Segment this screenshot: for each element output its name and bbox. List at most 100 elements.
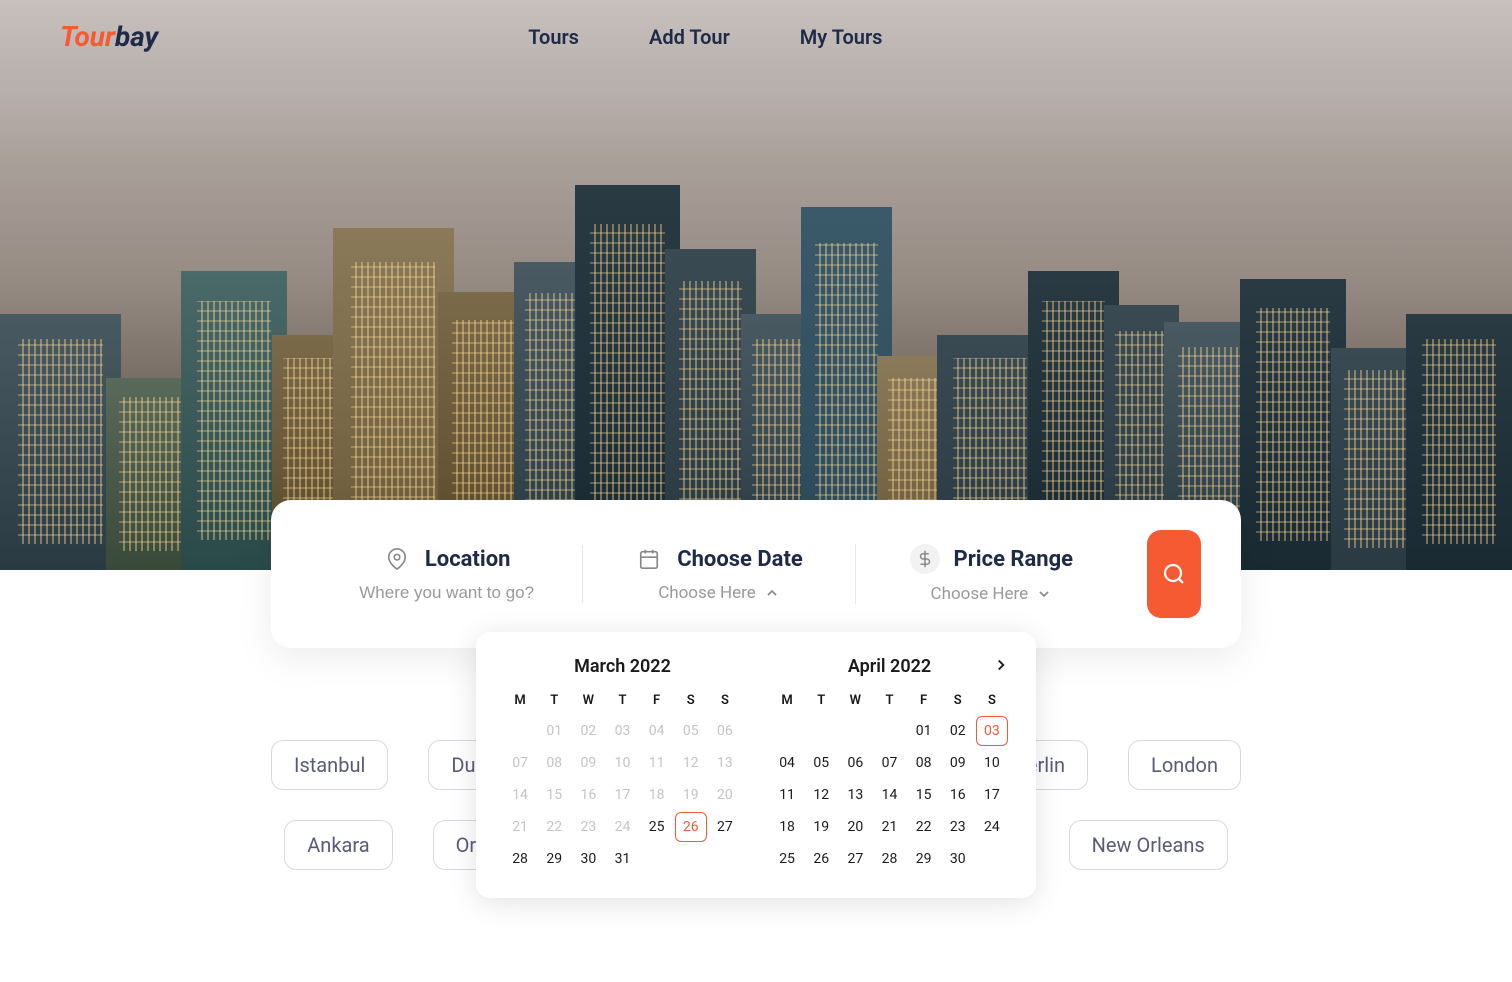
calendar-day[interactable]: 21 — [873, 812, 905, 842]
dollar-icon — [910, 544, 940, 574]
calendar-day[interactable]: 22 — [908, 812, 940, 842]
month2-weekdays: MTWTFSS — [771, 693, 1008, 708]
location-section: Location — [311, 545, 582, 603]
calendar-day[interactable]: 07 — [873, 748, 905, 778]
calendar-day[interactable]: 20 — [839, 812, 871, 842]
calendar-day: 22 — [538, 812, 570, 842]
month1-weekdays: MTWTFSS — [504, 693, 741, 708]
calendar-day[interactable]: 28 — [504, 844, 536, 874]
calendar-day[interactable]: 11 — [771, 780, 803, 810]
calendar-day[interactable]: 12 — [805, 780, 837, 810]
weekday-header: F — [641, 693, 673, 708]
calendar-day[interactable]: 14 — [873, 780, 905, 810]
month-panel-2: April 2022 MTWTFSS 010203040506070809101… — [771, 656, 1008, 874]
destination-chip[interactable]: Istanbul — [271, 740, 388, 790]
calendar-day: 02 — [572, 716, 604, 746]
calendar-day[interactable]: 25 — [641, 812, 673, 842]
month1-days: 0102030405060708091011121314151617181920… — [504, 716, 741, 874]
calendar-day: 21 — [504, 812, 536, 842]
calendar-day[interactable]: 28 — [873, 844, 905, 874]
search-icon — [1162, 562, 1186, 586]
calendar-day[interactable]: 03 — [976, 716, 1008, 746]
calendar-day: 15 — [538, 780, 570, 810]
calendar-day[interactable]: 30 — [572, 844, 604, 874]
date-choose-button[interactable]: Choose Here — [658, 583, 780, 603]
calendar-day: 16 — [572, 780, 604, 810]
calendar-day: 11 — [641, 748, 673, 778]
calendar-day[interactable]: 19 — [805, 812, 837, 842]
calendar-day[interactable]: 09 — [942, 748, 974, 778]
calendar-day[interactable]: 26 — [675, 812, 707, 842]
weekday-header: T — [538, 693, 570, 708]
header: Tourbay Tours Add Tour My Tours — [0, 0, 1512, 73]
nav-tours[interactable]: Tours — [528, 25, 579, 49]
calendar-day[interactable]: 06 — [839, 748, 871, 778]
weekday-header: S — [675, 693, 707, 708]
calendar-day[interactable]: 25 — [771, 844, 803, 874]
weekday-header: T — [805, 693, 837, 708]
weekday-header: F — [908, 693, 940, 708]
chevron-up-icon — [764, 585, 780, 601]
hero-section: Tourbay Tours Add Tour My Tours — [0, 0, 1512, 570]
calendar-day: 24 — [606, 812, 638, 842]
location-pin-icon — [383, 545, 411, 573]
weekday-header: W — [839, 693, 871, 708]
calendar-day[interactable]: 27 — [839, 844, 871, 874]
calendar-icon — [635, 545, 663, 573]
month-panel-1: March 2022 MTWTFSS 010203040506070809101… — [504, 656, 741, 874]
calendar-day[interactable]: 30 — [942, 844, 974, 874]
calendar-day[interactable]: 05 — [805, 748, 837, 778]
weekday-header: S — [976, 693, 1008, 708]
calendar-day[interactable]: 29 — [908, 844, 940, 874]
weekday-header: S — [942, 693, 974, 708]
calendar-day: 13 — [709, 748, 741, 778]
search-button[interactable] — [1147, 530, 1201, 618]
calendar-day[interactable]: 13 — [839, 780, 871, 810]
calendar-day: 17 — [606, 780, 638, 810]
nav-my-tours[interactable]: My Tours — [800, 25, 883, 49]
calendar-day: 08 — [538, 748, 570, 778]
calendar-day[interactable]: 18 — [771, 812, 803, 842]
month2-title: April 2022 — [771, 656, 1008, 677]
month1-title: March 2022 — [504, 656, 741, 677]
calendar-day[interactable]: 17 — [976, 780, 1008, 810]
date-section: Choose Date Choose Here — [582, 545, 854, 603]
logo-part1: Tour — [60, 20, 115, 53]
date-title: Choose Date — [677, 547, 803, 572]
calendar-day: 09 — [572, 748, 604, 778]
calendar-day[interactable]: 26 — [805, 844, 837, 874]
calendar-day: 19 — [675, 780, 707, 810]
calendar-day[interactable]: 01 — [908, 716, 940, 746]
price-choose-button[interactable]: Choose Here — [931, 584, 1053, 604]
calendar-day[interactable]: 08 — [908, 748, 940, 778]
weekday-header: S — [709, 693, 741, 708]
price-title: Price Range — [954, 547, 1074, 572]
calendar-day[interactable]: 24 — [976, 812, 1008, 842]
calendar-day[interactable]: 31 — [606, 844, 638, 874]
location-input[interactable] — [311, 583, 582, 603]
calendar-day: 07 — [504, 748, 536, 778]
calendar-day[interactable]: 27 — [709, 812, 741, 842]
weekday-header: W — [572, 693, 604, 708]
destination-chip[interactable]: New Orleans — [1069, 820, 1228, 870]
destination-chip[interactable]: London — [1128, 740, 1241, 790]
calendar-day: 12 — [675, 748, 707, 778]
calendar-day[interactable]: 02 — [942, 716, 974, 746]
weekday-header: T — [873, 693, 905, 708]
calendar-day[interactable]: 10 — [976, 748, 1008, 778]
calendar-day[interactable]: 04 — [771, 748, 803, 778]
calendar-day[interactable]: 23 — [942, 812, 974, 842]
calendar-day[interactable]: 29 — [538, 844, 570, 874]
calendar-day: 23 — [572, 812, 604, 842]
calendar-day[interactable]: 16 — [942, 780, 974, 810]
calendar-day: 05 — [675, 716, 707, 746]
search-card: Location Choose Date Choose Here Price R… — [271, 500, 1241, 648]
destination-chip[interactable]: Ankara — [284, 820, 392, 870]
calendar-day[interactable]: 15 — [908, 780, 940, 810]
calendar-day: 03 — [606, 716, 638, 746]
logo[interactable]: Tourbay — [60, 20, 158, 53]
nav-add-tour[interactable]: Add Tour — [649, 25, 730, 49]
calendar-day: 20 — [709, 780, 741, 810]
next-month-button[interactable] — [992, 656, 1010, 674]
price-action-label: Choose Here — [931, 584, 1029, 604]
